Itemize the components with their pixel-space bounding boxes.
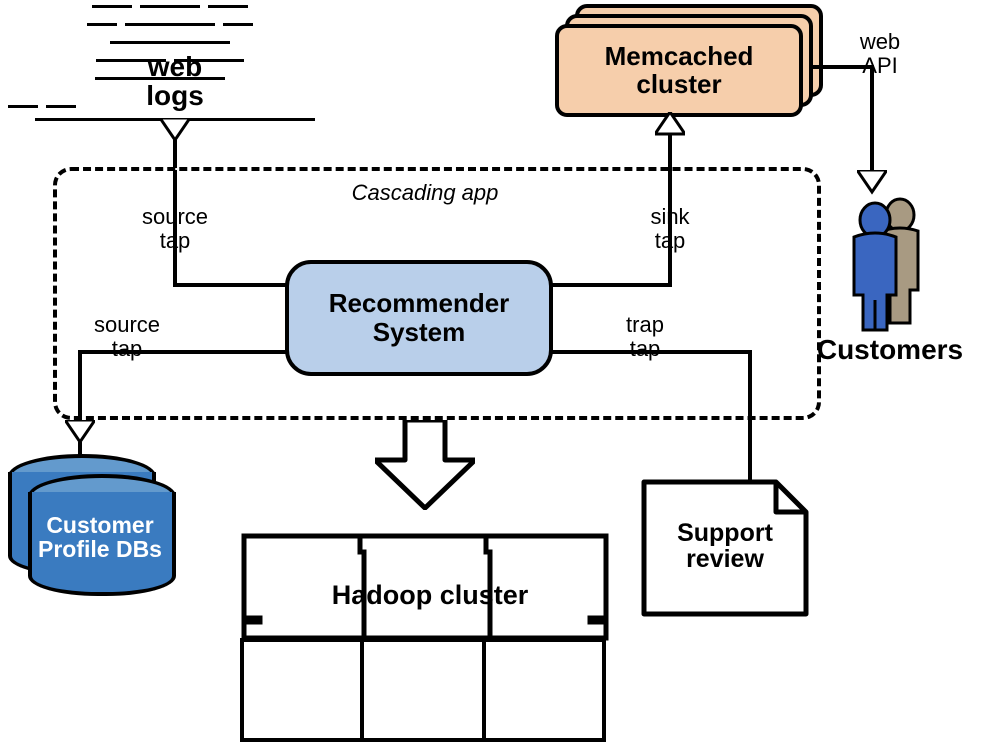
web-api-label: web API	[845, 30, 915, 78]
cascading-app-title: Cascading app	[300, 180, 550, 206]
tap-label: source tap	[72, 313, 182, 361]
web-logs-label: web logs	[115, 52, 235, 111]
web-logs-label-2: logs	[115, 81, 235, 110]
customer-db-label: Customer Profile DBs	[25, 513, 175, 561]
hadoop-cluster-label: Hadoop cluster	[290, 580, 570, 611]
support-review-label: Support review	[655, 520, 795, 573]
memcached-label-1: Memcached	[605, 43, 754, 70]
customer-db-label-1: Customer	[25, 513, 175, 537]
sink-tap-b: tap	[615, 229, 725, 253]
customers-label: Customers	[815, 335, 965, 364]
down-arrow-icon	[375, 420, 475, 510]
web-api-label-2: API	[845, 54, 915, 78]
memcached-label-2: cluster	[605, 71, 754, 98]
customer-db-label-2: Profile DBs	[25, 537, 175, 561]
customers-icon	[830, 195, 940, 335]
funnel-arrow-icon	[655, 112, 685, 170]
web-logs-label-1: web	[115, 52, 235, 81]
recommender-label-2: System	[329, 318, 510, 347]
web-api-label-1: web	[845, 30, 915, 54]
source-tap-1b: tap	[120, 229, 230, 253]
trap-tap-a: trap	[590, 313, 700, 337]
trap-tap-b: tap	[590, 337, 700, 361]
tap-label: trap tap	[590, 313, 700, 361]
support-review-label-2: review	[655, 546, 795, 572]
tap-label: source tap	[120, 205, 230, 253]
funnel-arrow-icon	[160, 118, 190, 168]
recommender-system-box: Recommender System	[285, 260, 553, 376]
tap-label: sink tap	[615, 205, 725, 253]
hadoop-cluster-icon	[240, 532, 610, 742]
sink-tap-a: sink	[615, 205, 725, 229]
support-review-label-1: Support	[655, 520, 795, 546]
source-tap-2b: tap	[72, 337, 182, 361]
recommender-label-1: Recommender	[329, 289, 510, 318]
source-tap-1a: source	[120, 205, 230, 229]
source-tap-2a: source	[72, 313, 182, 337]
memcached-card-front: Memcached cluster	[555, 24, 803, 117]
